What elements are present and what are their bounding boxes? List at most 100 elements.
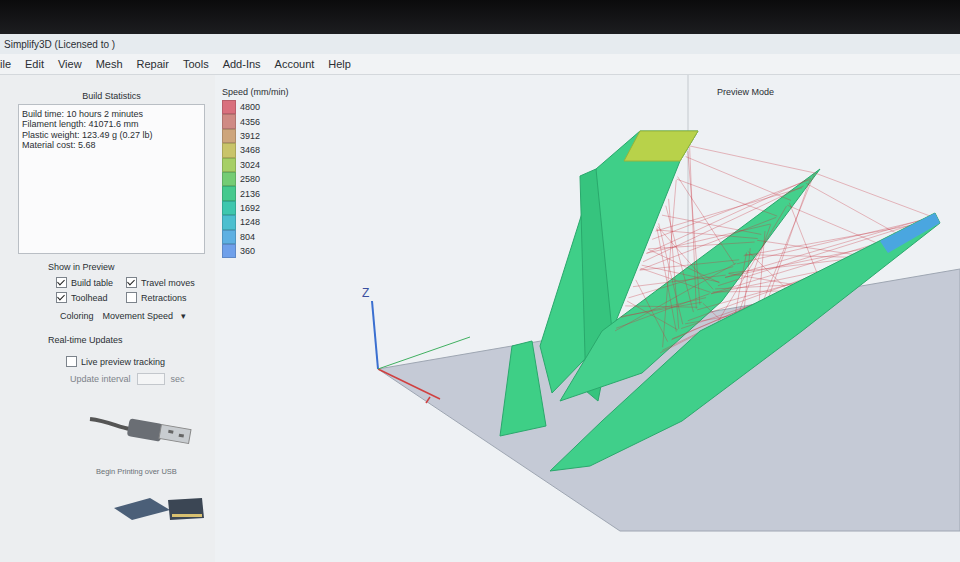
option-label: Retractions [141, 293, 187, 303]
model-part [550, 213, 940, 471]
realtime-title: Real-time Updates [48, 335, 205, 345]
build-statistics-box: Build time: 10 hours 2 minutesFilament l… [18, 104, 205, 254]
menu-item[interactable]: Mesh [96, 58, 123, 70]
legend-swatch [222, 114, 236, 128]
legend-item: 3468 [222, 143, 289, 157]
preview-viewport[interactable]: Z Speed (mm/min) 4800 4356 3912 3468 3024 2580 2… [215, 75, 960, 562]
legend-item: 360 [222, 244, 289, 258]
preview-scene[interactable]: Z [215, 75, 960, 562]
legend-swatch [222, 172, 236, 186]
legend-value: 3024 [240, 160, 260, 170]
coloring-label: Coloring [60, 311, 94, 321]
show-in-preview-title: Show in Preview [48, 262, 205, 272]
checkbox[interactable] [66, 356, 77, 367]
legend-item: 4356 [222, 114, 289, 128]
update-interval-row: Update interval sec [70, 373, 205, 385]
x-axis [378, 369, 440, 399]
main-area: Build Statistics Build time: 10 hours 2 m… [0, 75, 960, 562]
legend-value: 4800 [240, 102, 260, 112]
stats-line: Filament length: 41071.6 mm [22, 119, 201, 129]
speed-legend: Speed (mm/min) 4800 4356 3912 3468 3024 2580 21… [222, 87, 289, 258]
menu-item[interactable]: Add-Ins [223, 58, 261, 70]
legend-value: 1692 [240, 203, 260, 213]
stats-line: Material cost: 5.68 [22, 140, 201, 150]
y-axis [378, 337, 470, 369]
legend-item: 4800 [222, 100, 289, 114]
menu-item[interactable]: ile [0, 58, 11, 70]
legend-swatch [222, 158, 236, 172]
preview-mode-label: Preview Mode [717, 87, 774, 97]
app-screen: Simplify3D (Licensed to ) ile Edit View Mesh… [0, 0, 960, 562]
sidebar: Build Statistics Build time: 10 hours 2 m… [0, 75, 215, 562]
usb-cable-icon [88, 399, 198, 461]
legend-value: 2580 [240, 174, 260, 184]
menu-item[interactable]: Help [328, 58, 351, 70]
menu-item[interactable]: Edit [25, 58, 44, 70]
option-label: Build table [71, 278, 113, 288]
coloring-row: Coloring Movement Speed ▾ [60, 309, 205, 323]
legend-item: 3024 [222, 158, 289, 172]
checkbox[interactable] [56, 277, 67, 288]
legend-item: 1692 [222, 201, 289, 215]
legend-value: 804 [240, 232, 255, 242]
sd-card-icon [110, 490, 210, 524]
dropdown-arrow-icon: ▾ [181, 311, 186, 321]
preview-option[interactable]: Travel moves [126, 277, 206, 288]
legend-swatch [222, 230, 236, 244]
preview-option[interactable]: Toolhead [56, 292, 126, 303]
legend-item: 1248 [222, 215, 289, 229]
legend-swatch [222, 186, 236, 200]
model-top-face [624, 131, 698, 161]
preview-option[interactable]: Build table [56, 277, 126, 288]
x-axis-tick [426, 397, 430, 403]
z-axis [372, 301, 378, 369]
option-label: Live preview tracking [81, 357, 165, 367]
legend-value: 2136 [240, 189, 260, 199]
model-part [500, 341, 546, 436]
interval-input[interactable] [137, 373, 165, 385]
legend-swatch [222, 201, 236, 215]
legend-value: 3912 [240, 131, 260, 141]
menu-item[interactable]: View [58, 58, 82, 70]
menu-item[interactable]: Tools [183, 58, 209, 70]
sd-card-button[interactable] [110, 490, 205, 526]
legend-item: 804 [222, 230, 289, 244]
preview-option[interactable]: Retractions [126, 292, 206, 303]
checkbox[interactable] [126, 292, 137, 303]
checkbox[interactable] [56, 292, 67, 303]
legend-swatch [222, 100, 236, 114]
legend-swatch [222, 215, 236, 229]
legend-swatch [222, 244, 236, 258]
interval-unit: sec [171, 374, 185, 384]
z-axis-label: Z [362, 286, 369, 300]
legend-item: 3912 [222, 129, 289, 143]
live-tracking-option[interactable]: Live preview tracking [66, 356, 205, 367]
legend-item: 2580 [222, 172, 289, 186]
window-title: Simplify3D (Licensed to ) [4, 39, 115, 50]
legend-item: 2136 [222, 186, 289, 200]
legend-swatch [222, 129, 236, 143]
menu-item[interactable]: Repair [137, 58, 169, 70]
interval-label: Update interval [70, 374, 131, 384]
legend-value: 4356 [240, 117, 260, 127]
option-label: Travel moves [141, 278, 195, 288]
stats-line: Build time: 10 hours 2 minutes [22, 109, 201, 119]
monitor-bezel [0, 0, 960, 34]
usb-label: Begin Printing over USB [96, 467, 177, 476]
usb-print-button[interactable]: Begin Printing over USB [88, 399, 205, 476]
legend-value: 360 [240, 246, 255, 256]
title-bar: Simplify3D (Licensed to ) [0, 34, 960, 54]
coloring-dropdown[interactable]: Movement Speed ▾ [100, 309, 189, 323]
option-label: Toolhead [71, 293, 108, 303]
menu-item[interactable]: Account [275, 58, 315, 70]
legend-title: Speed (mm/min) [222, 87, 289, 97]
checkbox[interactable] [126, 277, 137, 288]
dropdown-value: Movement Speed [103, 311, 174, 321]
build-statistics-title: Build Statistics [18, 91, 205, 101]
preview-options: Build table Travel moves Toolhead Retractio… [56, 277, 205, 303]
legend-value: 3468 [240, 145, 260, 155]
model-tip [880, 213, 940, 253]
stats-line: Plastic weight: 123.49 g (0.27 lb) [22, 130, 201, 140]
legend-swatch [222, 143, 236, 157]
legend-value: 1248 [240, 217, 260, 227]
